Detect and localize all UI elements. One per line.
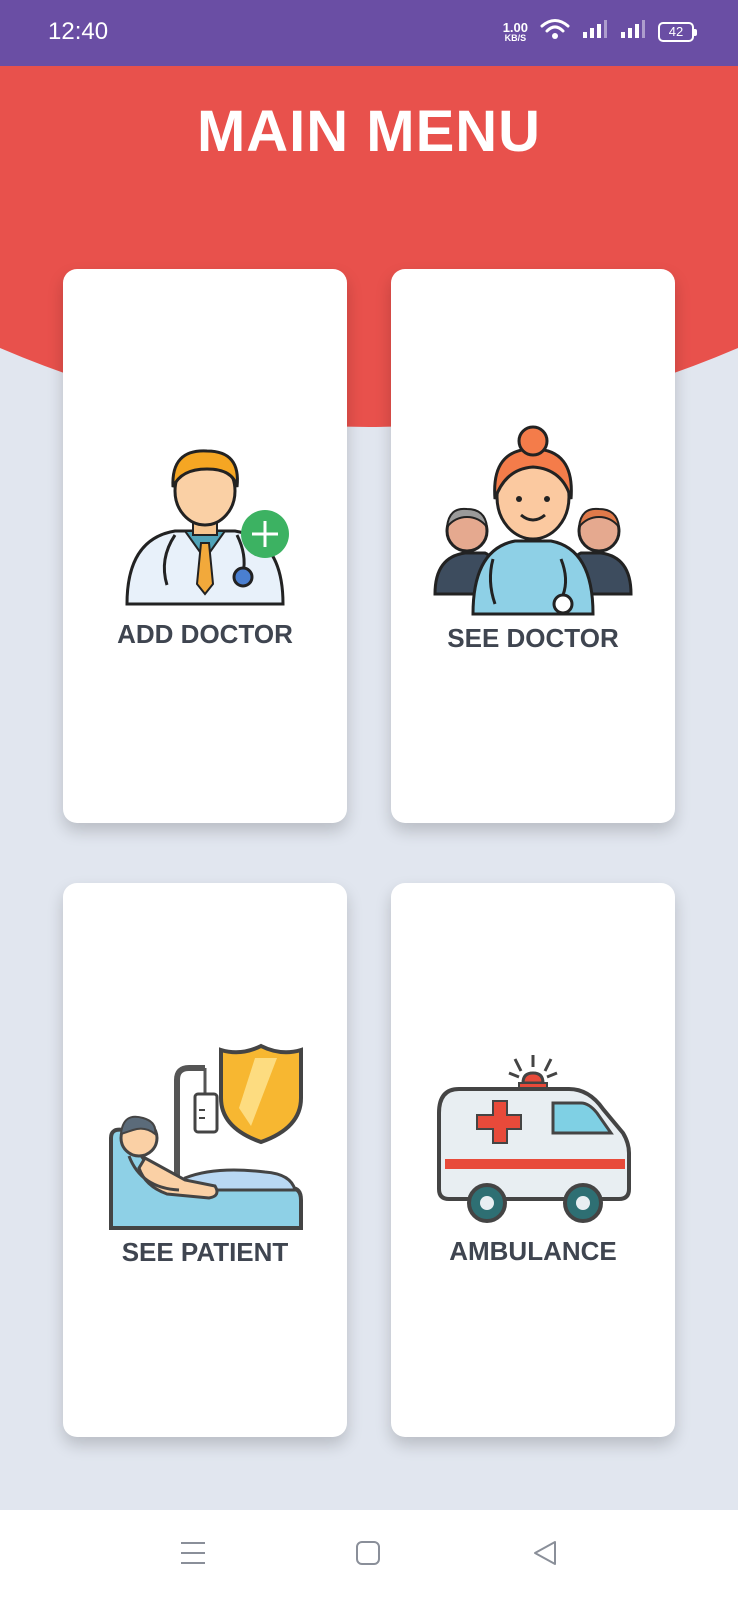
- battery-icon: 42: [658, 21, 697, 42]
- back-icon: [531, 1539, 559, 1572]
- page-title: MAIN MENU: [196, 99, 542, 164]
- home-icon: [354, 1539, 382, 1572]
- see-patient-label: SEE PATIENT: [121, 1237, 289, 1267]
- add-doctor-card[interactable]: ADD DOCTOR: [63, 269, 347, 823]
- signal-icon: [582, 19, 608, 44]
- see-patient-card[interactable]: SEE PATIENT: [63, 883, 347, 1437]
- home-button[interactable]: [348, 1538, 388, 1572]
- signal-icon-2: [620, 19, 646, 44]
- status-time: 12:40: [48, 18, 109, 45]
- status-bar: 12:40 1.00 KB/S 42: [0, 0, 738, 66]
- add-doctor-icon: [115, 439, 295, 614]
- see-doctor-label: SEE DOCTOR: [447, 623, 619, 653]
- ambulance-label: AMBULANCE: [449, 1236, 617, 1266]
- doctors-team-icon: [433, 419, 633, 624]
- network-speed: 1.00 KB/S: [503, 21, 528, 43]
- see-doctor-card[interactable]: SEE DOCTOR: [391, 269, 675, 823]
- battery-level: 42: [668, 24, 684, 39]
- recent-apps-button[interactable]: [173, 1538, 213, 1572]
- network-speed-unit: KB/S: [504, 32, 527, 43]
- navigation-bar: [0, 1510, 738, 1600]
- network-speed-value: 1.00: [502, 19, 528, 35]
- ambulance-card[interactable]: AMBULANCE: [391, 883, 675, 1437]
- patient-bed-icon: [105, 1038, 305, 1243]
- wifi-icon: [540, 18, 570, 45]
- back-button[interactable]: [525, 1538, 565, 1572]
- add-doctor-label: ADD DOCTOR: [117, 619, 293, 649]
- status-icons: 1.00 KB/S 42: [503, 18, 697, 45]
- ambulance-icon: [433, 1053, 633, 1228]
- recent-apps-icon: [179, 1540, 207, 1571]
